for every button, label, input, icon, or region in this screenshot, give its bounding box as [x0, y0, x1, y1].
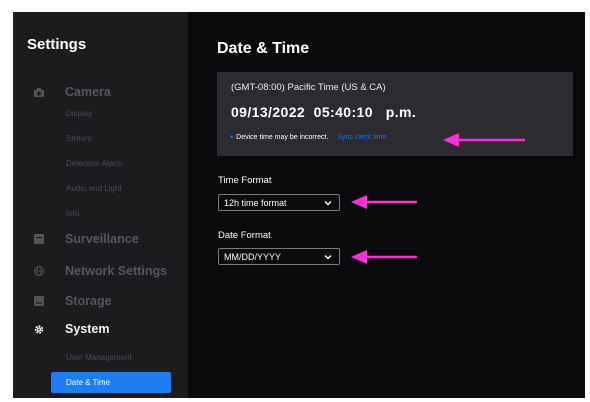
- sidebar-item-label: System: [65, 322, 110, 336]
- sidebar-item-label: Storage: [65, 294, 112, 308]
- sidebar-item-label: Camera: [65, 85, 111, 99]
- sidebar-subitem-display[interactable]: Display: [66, 109, 92, 118]
- app-window: Settings Camera Display Stream Detection…: [13, 12, 585, 398]
- gear-icon: [34, 324, 44, 334]
- sidebar-item-storage[interactable]: Storage: [13, 291, 188, 311]
- annotation-arrow-icon: [443, 133, 525, 147]
- annotation-arrow-icon: [351, 195, 417, 209]
- sidebar-subitem-user-management[interactable]: User Management: [66, 353, 132, 362]
- sidebar-subitem-stream[interactable]: Stream: [66, 134, 92, 143]
- sidebar-item-system[interactable]: System: [13, 319, 188, 339]
- time-format-select[interactable]: 12h time format: [218, 194, 340, 211]
- timezone-label: (GMT-08:00) Pacific Time (US & CA): [231, 82, 386, 93]
- sidebar-title: Settings: [27, 36, 87, 53]
- sidebar-item-network-settings[interactable]: Network Settings: [13, 261, 188, 281]
- sidebar-item-label: Network Settings: [65, 264, 168, 278]
- chevron-down-icon: [324, 255, 332, 260]
- surveillance-icon: [34, 234, 44, 244]
- sidebar-subitem-detection-alarm[interactable]: Detection Alarm: [66, 159, 122, 168]
- sidebar-item-camera[interactable]: Camera: [13, 82, 188, 102]
- sidebar: Settings Camera Display Stream Detection…: [13, 12, 188, 398]
- warning-text: Device time may be incorrect.: [236, 134, 329, 141]
- chevron-down-icon: [324, 201, 332, 206]
- date-format-select[interactable]: MM/DD/YYYY: [218, 248, 340, 265]
- sidebar-subitem-info[interactable]: Info: [66, 209, 79, 218]
- sidebar-subitem-audio-and-light[interactable]: Audio and Light: [66, 184, 122, 193]
- time-warning: • Device time may be incorrect. Sync cli…: [230, 132, 386, 142]
- sidebar-item-label: Surveillance: [65, 232, 139, 246]
- sidebar-subitem-date-time[interactable]: Date & Time: [51, 372, 171, 393]
- storage-icon: [34, 296, 44, 306]
- globe-icon: [34, 266, 44, 276]
- camera-icon: [34, 87, 44, 97]
- sidebar-item-surveillance[interactable]: Surveillance: [13, 229, 188, 249]
- sync-client-time-link[interactable]: Sync client time: [337, 134, 386, 141]
- annotation-arrow-icon: [351, 250, 417, 264]
- time-format-label: Time Format: [218, 175, 272, 186]
- page-title: Date & Time: [217, 40, 310, 57]
- date-format-value: MM/DD/YYYY: [224, 251, 282, 262]
- time-format-value: 12h time format: [224, 197, 287, 208]
- current-datetime: 09/13/2022 05:40:10 p.m.: [231, 104, 417, 120]
- bullet-icon: •: [230, 132, 234, 142]
- date-format-label: Date Format: [218, 230, 271, 241]
